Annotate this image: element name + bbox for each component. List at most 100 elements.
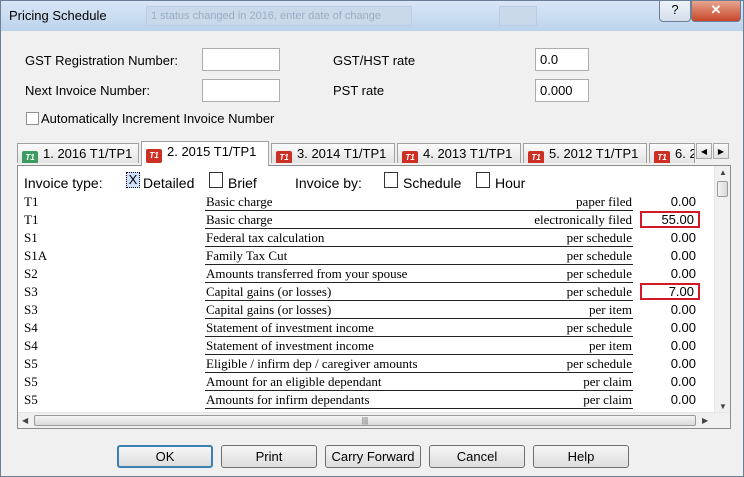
form-code: S5 [24, 356, 38, 371]
price-cell[interactable]: 0.00 [640, 319, 700, 336]
item-unit: per claim [583, 392, 632, 407]
table-row: S1A Family Tax Cut per schedule 0.00 [18, 247, 714, 265]
item-unit: per schedule [566, 284, 632, 299]
form-code: T1 [24, 212, 39, 227]
price-cell[interactable]: 0.00 [640, 229, 700, 246]
price-cell[interactable]: 0.00 [640, 355, 700, 372]
dialog-body: GST Registration Number: Next Invoice Nu… [5, 31, 739, 472]
form-code: S5 [24, 374, 38, 389]
item-unit: per schedule [566, 230, 632, 245]
price-cell[interactable]: 0.00 [640, 193, 700, 210]
price-cell[interactable]: 0.00 [640, 373, 700, 390]
tab-2016[interactable]: T1 1. 2016 T1/TP1 [17, 143, 139, 163]
horizontal-scroll-thumb[interactable]: ||| [34, 415, 696, 426]
item-unit: paper filed [576, 194, 632, 209]
form-code: S2 [24, 266, 38, 281]
tab-2011[interactable]: T1 6. 20 [649, 143, 695, 163]
gst-registration-input[interactable] [202, 48, 280, 71]
window-title: Pricing Schedule [9, 8, 107, 23]
tab-scroll-left-icon[interactable]: ◀ [696, 143, 712, 159]
row-underline [205, 408, 633, 409]
price-cell[interactable]: 7.00 [640, 283, 700, 300]
background-window-button [499, 6, 537, 26]
background-window-title: 1 status changed in 2016, enter date of … [146, 6, 412, 26]
next-invoice-input[interactable] [202, 79, 280, 102]
table-row: T1 Basic charge electronically filed 55.00 [18, 211, 714, 229]
t1-red-icon: T1 [402, 151, 418, 163]
tab-label: 5. 2012 T1/TP1 [549, 146, 639, 161]
item-unit: per schedule [566, 320, 632, 335]
tab-2015[interactable]: T1 2. 2015 T1/TP1 [141, 141, 269, 166]
price-cell[interactable]: 55.00 [640, 211, 700, 228]
gst-hst-rate-input[interactable] [535, 48, 589, 71]
hour-checkbox[interactable] [476, 172, 490, 188]
item-unit: per schedule [566, 356, 632, 371]
brief-checkbox[interactable] [209, 172, 223, 188]
tab-2014[interactable]: T1 3. 2014 T1/TP1 [271, 143, 395, 163]
title-bar[interactable]: Pricing Schedule 1 status changed in 201… [1, 1, 743, 31]
horizontal-scrollbar[interactable]: ◀ ||| ▶ [18, 412, 730, 428]
item-unit: electronically filed [534, 212, 632, 227]
auto-increment-label: Automatically Increment Invoice Number [41, 111, 275, 126]
gst-registration-label: GST Registration Number: [25, 53, 178, 68]
table-row: S5 Amounts for infirm dependants per claim… [18, 391, 714, 409]
form-code: S3 [24, 284, 38, 299]
hour-label: Hour [495, 175, 526, 191]
schedule-checkbox[interactable] [384, 172, 398, 188]
price-cell[interactable]: 0.00 [640, 301, 700, 318]
item-unit: per item [589, 338, 632, 353]
tab-label: 1. 2016 T1/TP1 [43, 146, 133, 161]
tab-2012[interactable]: T1 5. 2012 T1/TP1 [523, 143, 647, 163]
vertical-scroll-thumb[interactable] [717, 181, 728, 197]
vertical-scrollbar[interactable]: ▲ ▼ [714, 166, 730, 414]
price-cell[interactable]: 0.00 [640, 247, 700, 264]
scroll-down-icon[interactable]: ▼ [719, 402, 727, 411]
price-cell[interactable]: 0.00 [640, 337, 700, 354]
pricing-panel: Invoice type: X Detailed Brief Invoice b… [17, 165, 731, 429]
tab-label: 2. 2015 T1/TP1 [167, 144, 257, 159]
carry-forward-button[interactable]: Carry Forward [325, 445, 421, 468]
cancel-button[interactable]: Cancel [429, 445, 525, 468]
tab-2013[interactable]: T1 4. 2013 T1/TP1 [397, 143, 521, 163]
tab-label: 4. 2013 T1/TP1 [423, 146, 513, 161]
scroll-left-icon[interactable]: ◀ [22, 416, 28, 425]
item-unit: per item [589, 302, 632, 317]
price-cell[interactable]: 0.00 [640, 391, 700, 408]
print-button[interactable]: Print [221, 445, 317, 468]
tab-label: 3. 2014 T1/TP1 [297, 146, 387, 161]
pricing-rows: T1 Basic charge paper filed 0.00 T1 Basic cha… [18, 193, 714, 415]
form-code: S5 [24, 392, 38, 407]
detailed-label: Detailed [143, 175, 195, 191]
form-code: S4 [24, 320, 38, 335]
pst-rate-input[interactable] [535, 79, 589, 102]
close-button[interactable]: ✕ [691, 1, 741, 22]
table-row: S2 Amounts transferred from your spouse pe… [18, 265, 714, 283]
scroll-up-icon[interactable]: ▲ [719, 168, 727, 177]
t1-red-icon: T1 [654, 151, 670, 163]
table-row: S3 Capital gains (or losses) per schedule 7… [18, 283, 714, 301]
help-button[interactable]: Help [533, 445, 629, 468]
price-cell[interactable]: 0.00 [640, 265, 700, 282]
tab-scroll-right-icon[interactable]: ▶ [713, 143, 729, 159]
detailed-checkbox[interactable]: X [126, 172, 140, 188]
schedule-label: Schedule [403, 175, 462, 191]
form-code: T1 [24, 194, 39, 209]
help-title-button[interactable]: ? [659, 1, 691, 22]
table-row: S4 Statement of investment income per item… [18, 337, 714, 355]
t1-green-icon: T1 [22, 151, 38, 163]
next-invoice-label: Next Invoice Number: [25, 83, 150, 98]
table-row: S3 Capital gains (or losses) per item 0.00 [18, 301, 714, 319]
t1-red-icon: T1 [528, 151, 544, 163]
brief-label: Brief [228, 175, 257, 191]
item-unit: per schedule [566, 248, 632, 263]
table-row: S4 Statement of investment income per sche… [18, 319, 714, 337]
invoice-by-label: Invoice by: [295, 175, 362, 191]
ok-button[interactable]: OK [117, 445, 213, 468]
item-unit: per schedule [566, 266, 632, 281]
auto-increment-checkbox[interactable] [26, 112, 39, 125]
scroll-right-icon[interactable]: ▶ [702, 416, 708, 425]
item-unit: per claim [583, 374, 632, 389]
form-code: S4 [24, 338, 38, 353]
invoice-type-label: Invoice type: [24, 175, 103, 191]
table-row: S5 Eligible / infirm dep / caregiver amou… [18, 355, 714, 373]
